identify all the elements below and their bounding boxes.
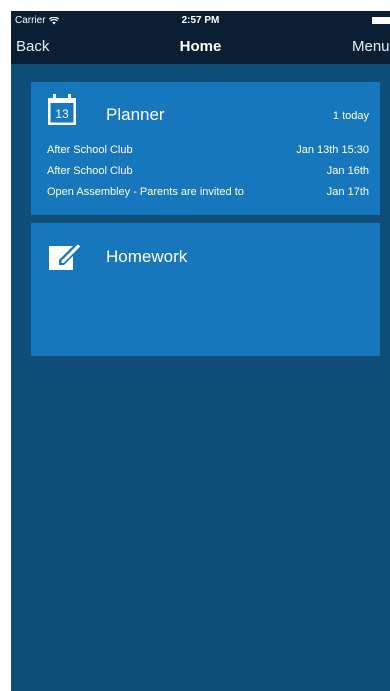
event-name: After School Club: [47, 164, 133, 177]
list-item[interactable]: Open Assembley - Parents are invited to …: [47, 181, 369, 202]
battery-icon: [372, 17, 390, 24]
homework-tile[interactable]: Homework: [31, 223, 380, 356]
calendar-day: 13: [55, 107, 69, 121]
status-bar: Carrier 2:57 PM: [11, 11, 390, 31]
status-time: 2:57 PM: [181, 15, 220, 26]
event-date: Jan 17th: [326, 185, 369, 198]
list-item[interactable]: After School Club Jan 13th 15:30: [47, 139, 369, 160]
planner-event-list: After School Club Jan 13th 15:30 After S…: [47, 139, 369, 202]
planner-today-count: 1 today: [332, 110, 369, 122]
event-name: After School Club: [47, 143, 133, 156]
homework-title: Homework: [106, 247, 188, 266]
page-title: Home: [179, 38, 222, 55]
list-item[interactable]: After School Club Jan 16th: [47, 160, 369, 181]
planner-tile[interactable]: 13 Planner 1 today After School Club Jan…: [31, 82, 380, 215]
event-date: Jan 13th 15:30: [296, 143, 369, 156]
event-name: Open Assembley - Parents are invited to: [47, 185, 244, 198]
calendar-icon: 13: [48, 94, 76, 125]
event-date: Jan 16th: [326, 164, 369, 177]
edit-icon: [49, 241, 83, 270]
menu-button[interactable]: Menu: [352, 38, 390, 55]
app-screen: Carrier 2:57 PM Back Home Menu 13 Planne…: [11, 11, 390, 691]
navigation-bar: Back Home Menu: [11, 31, 390, 64]
planner-title: Planner: [106, 105, 165, 124]
